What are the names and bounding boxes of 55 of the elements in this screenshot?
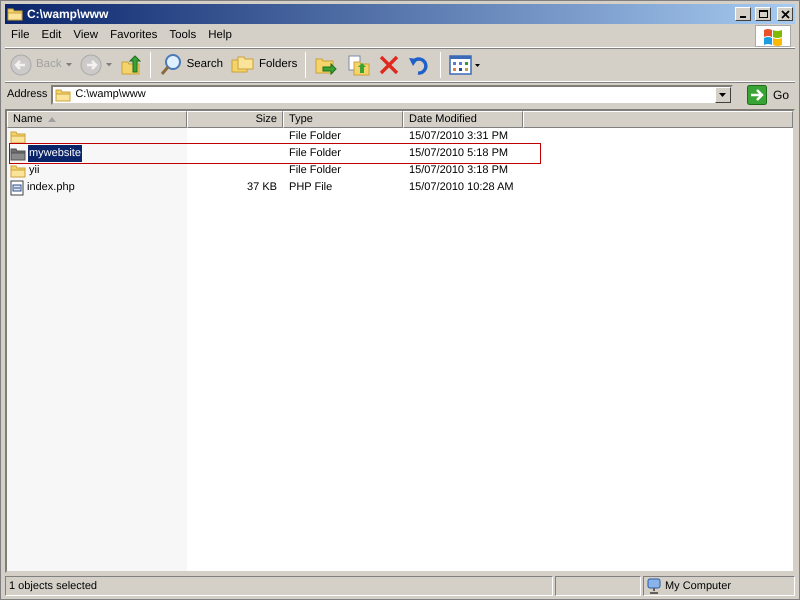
file-size: 37 KB [247, 181, 277, 194]
folder-up-icon [120, 54, 142, 76]
address-field[interactable]: C:\wamp\www [51, 84, 733, 104]
date-modified: 15/07/2010 10:28 AM [409, 181, 514, 194]
folder-icon [10, 146, 26, 162]
search-button[interactable]: Search [156, 51, 226, 79]
close-icon [780, 8, 790, 20]
go-button[interactable]: Go [736, 84, 793, 104]
search-icon [158, 53, 183, 77]
date-modified: 15/07/2010 3:18 PM [409, 164, 508, 176]
views-icon [449, 54, 482, 76]
folder-icon [10, 162, 26, 178]
address-label: Address [7, 87, 48, 102]
column-header[interactable]: Type [283, 111, 403, 128]
column-header[interactable]: Date Modified [403, 111, 523, 128]
caret-icon [719, 92, 726, 96]
menu-item[interactable]: Help [202, 24, 238, 46]
menu-item[interactable]: Tools [163, 24, 202, 46]
menu-item[interactable]: File [5, 24, 36, 46]
close-button[interactable] [777, 7, 793, 21]
address-text: C:\wamp\www [75, 87, 146, 102]
file-name[interactable]: index.php [26, 179, 76, 196]
file-name[interactable]: yii [28, 162, 40, 179]
folder-icon [55, 86, 72, 102]
date-modified: 15/07/2010 3:31 PM [409, 130, 508, 142]
location-text: My Computer [665, 578, 732, 594]
column-header[interactable]: Size [187, 111, 283, 128]
computer-icon [647, 578, 661, 594]
window-title: C:\wamp\www [27, 6, 110, 23]
maximize-button[interactable] [755, 7, 771, 21]
delete-icon [378, 54, 400, 76]
folder-icon [10, 128, 26, 144]
column-header[interactable] [523, 111, 793, 128]
file-type: File Folder [289, 130, 341, 142]
dropdown-button[interactable] [714, 86, 731, 102]
status-text: 1 objects selected [9, 578, 98, 594]
minimize-button[interactable] [735, 7, 751, 21]
menu-item[interactable]: Favorites [104, 24, 164, 46]
folder-copy-icon [346, 53, 370, 77]
sort-arrow-icon [48, 117, 56, 122]
caret-icon [106, 63, 112, 67]
menu-item[interactable]: Edit [36, 24, 68, 46]
folders-button[interactable]: Folders [228, 52, 300, 78]
minimize-icon [740, 16, 746, 18]
file-name[interactable]: mywebsite [28, 145, 82, 162]
column-header[interactable]: Name [7, 111, 187, 128]
maximize-icon [758, 8, 768, 20]
file-type: File Folder [289, 164, 341, 176]
menu-item[interactable]: View [67, 24, 104, 46]
date-modified: 15/07/2010 5:18 PM [409, 147, 508, 160]
caret-icon [66, 63, 72, 67]
folder-icon [7, 6, 23, 22]
file-icon [10, 180, 24, 196]
file-type: PHP File [289, 181, 332, 194]
file-type: File Folder [289, 147, 341, 160]
